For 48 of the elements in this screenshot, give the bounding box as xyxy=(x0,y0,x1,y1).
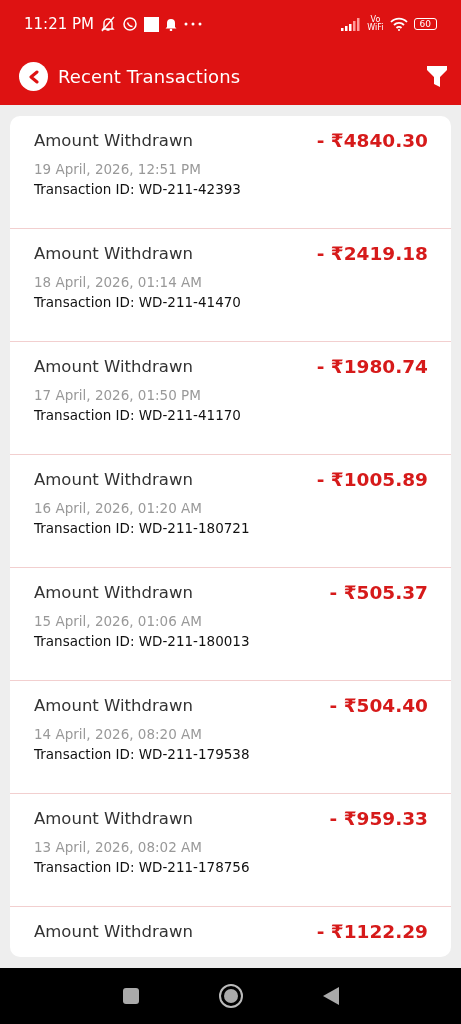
transaction-amount: - ₹959.33 xyxy=(329,808,428,829)
transaction-date: 14 April, 2026, 08:20 AM xyxy=(34,726,203,742)
more-dots-icon xyxy=(183,21,203,27)
transaction-amount: - ₹1005.89 xyxy=(316,469,428,490)
transaction-title: Amount Withdrawn xyxy=(34,357,193,376)
transaction-id: Transaction ID: WD-211-180013 xyxy=(34,633,251,649)
transaction-amount: - ₹2419.18 xyxy=(316,243,428,264)
transaction-id: Transaction ID: WD-211-178756 xyxy=(34,859,251,875)
chat-bubble-icon xyxy=(122,16,138,32)
transaction-title: Amount Withdrawn xyxy=(34,809,193,828)
transaction-title: Amount Withdrawn xyxy=(34,470,193,489)
muted-bell-icon xyxy=(100,16,116,32)
filter-icon[interactable] xyxy=(427,66,447,87)
network-label: WiFi xyxy=(367,24,384,32)
transaction-amount: - ₹4840.30 xyxy=(316,130,428,151)
transaction-date: 16 April, 2026, 01:20 AM xyxy=(34,500,203,516)
battery-level: 60 xyxy=(413,18,437,30)
transaction-amount: - ₹1980.74 xyxy=(316,356,428,377)
transaction-id: Transaction ID: WD-211-41470 xyxy=(34,294,242,310)
transaction-id: Transaction ID: WD-211-179538 xyxy=(34,746,251,762)
transaction-id: Transaction ID: WD-211-42393 xyxy=(34,181,242,197)
home-button[interactable] xyxy=(217,983,244,1009)
transaction-title: Amount Withdrawn xyxy=(34,922,193,941)
transaction-date: 13 April, 2026, 08:02 AM xyxy=(34,839,203,855)
transaction-date: 18 April, 2026, 01:14 AM xyxy=(34,274,203,290)
bell-icon xyxy=(165,17,177,31)
transaction-amount: - ₹1122.29 xyxy=(316,921,428,942)
clock-time: 11:21 PM xyxy=(24,15,94,33)
back-chevron-icon xyxy=(27,69,40,84)
recents-button[interactable] xyxy=(121,987,140,1005)
transaction-amount: - ₹504.40 xyxy=(329,695,428,716)
network-label: Vo xyxy=(370,16,381,24)
transaction-title: Amount Withdrawn xyxy=(34,696,193,715)
back-button[interactable] xyxy=(321,986,340,1006)
signal-icon xyxy=(341,17,362,31)
transaction-date: 15 April, 2026, 01:06 AM xyxy=(34,613,203,629)
transaction-amount: - ₹505.37 xyxy=(329,582,428,603)
transaction-title: Amount Withdrawn xyxy=(34,131,193,150)
transaction-id: Transaction ID: WD-211-180721 xyxy=(34,520,251,536)
transaction-date: 19 April, 2026, 12:51 PM xyxy=(34,161,202,177)
transaction-date: 17 April, 2026, 01:50 PM xyxy=(34,387,202,403)
back-button[interactable] xyxy=(19,62,48,91)
wifi-icon xyxy=(389,17,408,31)
screen-title: Recent Transactions xyxy=(58,66,242,87)
square-icon xyxy=(144,16,159,32)
transaction-title: Amount Withdrawn xyxy=(34,244,193,263)
transaction-id: Transaction ID: WD-211-41170 xyxy=(34,407,242,423)
transaction-title: Amount Withdrawn xyxy=(34,583,193,602)
